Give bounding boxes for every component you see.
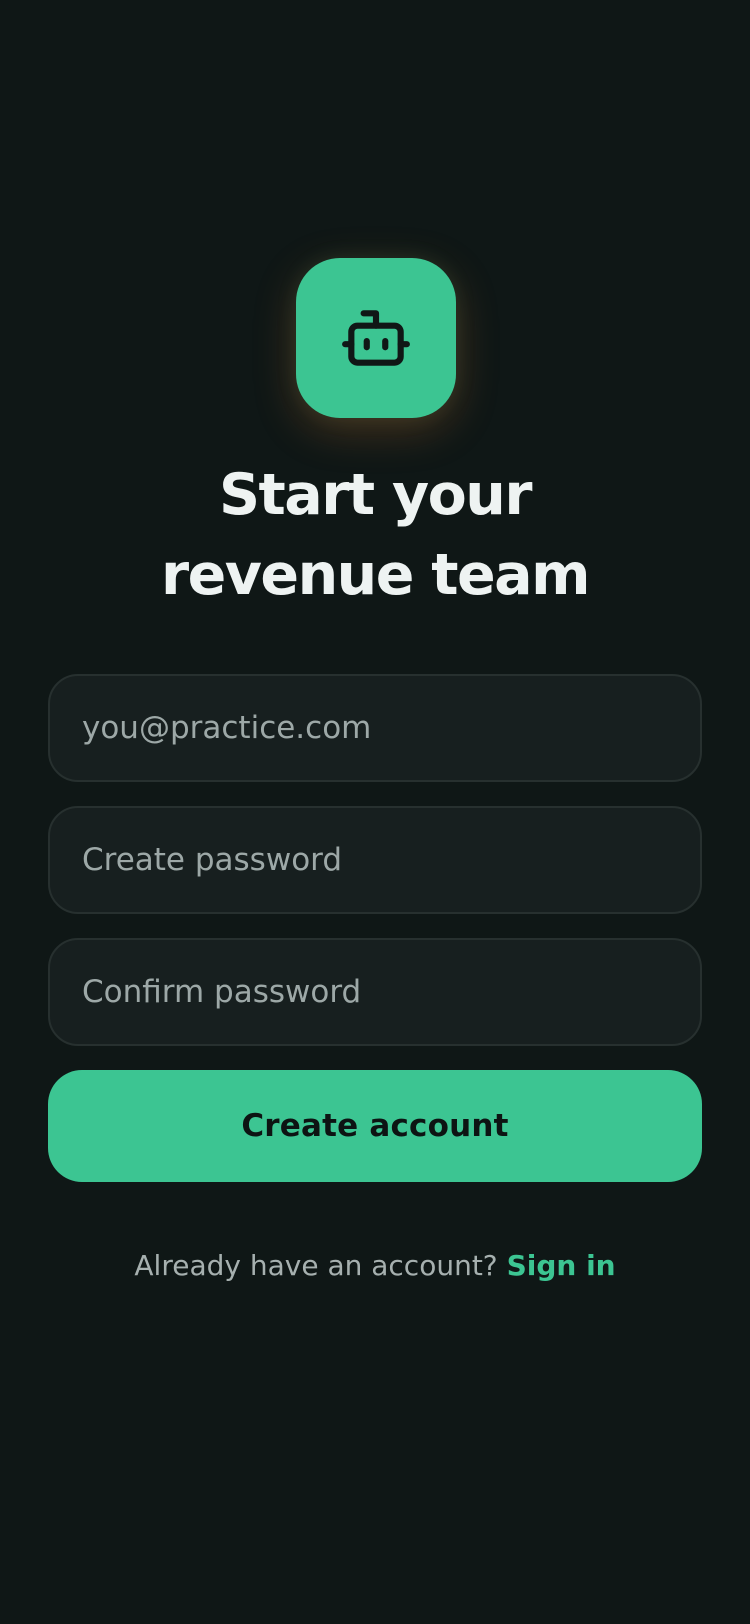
- create-account-button[interactable]: Create account: [48, 1070, 702, 1182]
- signup-screen: Start your revenue team Create account A…: [0, 0, 750, 1624]
- app-logo: [296, 258, 456, 418]
- signin-prompt: Already have an account? Sign in: [0, 1246, 750, 1286]
- confirm-password-field: [48, 938, 702, 1046]
- confirm-password-input[interactable]: [50, 940, 700, 1044]
- password-field: [48, 806, 702, 914]
- title-line-1: Start your: [219, 462, 532, 528]
- page-title: Start your revenue team: [0, 455, 750, 615]
- password-input[interactable]: [50, 808, 700, 912]
- title-line-2: revenue team: [160, 542, 591, 608]
- sign-in-link[interactable]: Sign in: [507, 1249, 616, 1282]
- email-input[interactable]: [50, 676, 700, 780]
- robot-icon: [342, 310, 410, 366]
- signin-prompt-text: Already have an account?: [134, 1249, 498, 1282]
- email-field: [48, 674, 702, 782]
